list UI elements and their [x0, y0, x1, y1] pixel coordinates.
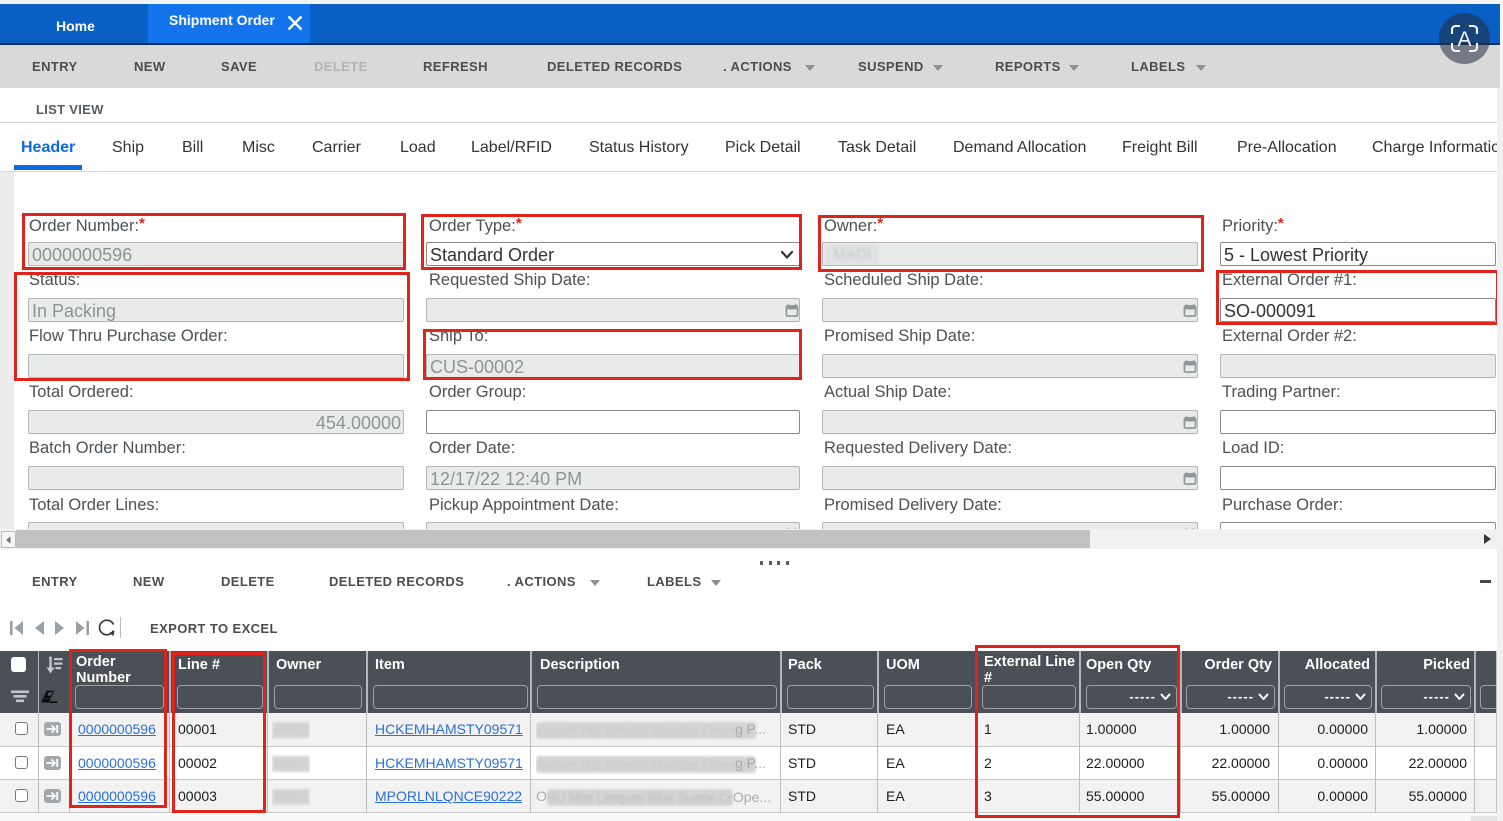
svg-text:A: A: [1457, 28, 1471, 51]
